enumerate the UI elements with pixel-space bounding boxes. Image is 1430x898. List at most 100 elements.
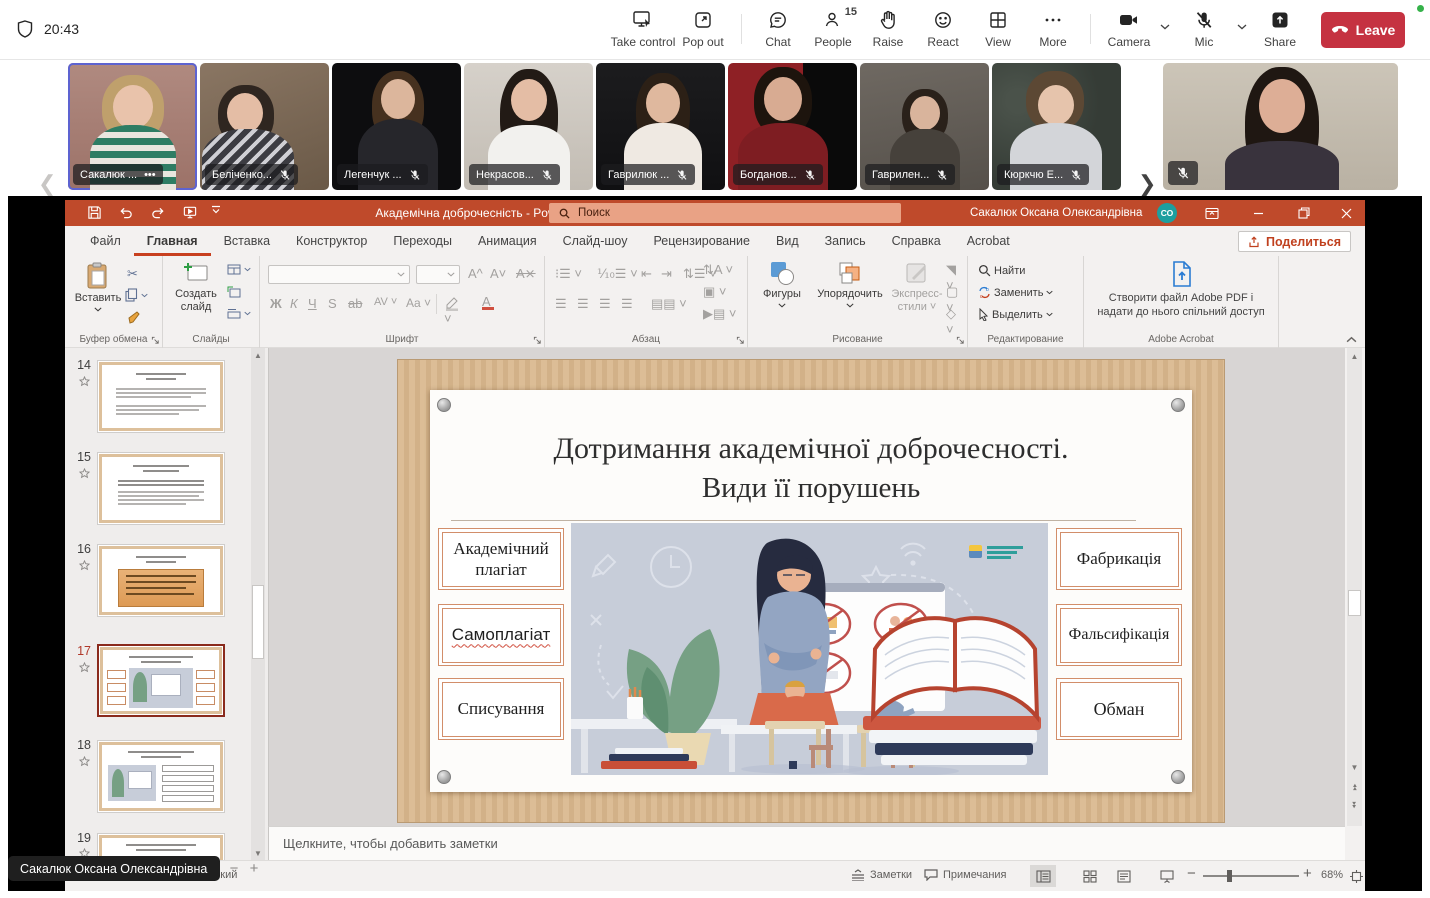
scroll-up-arrow[interactable]: ▲: [251, 348, 265, 362]
format-painter-button[interactable]: [127, 310, 141, 324]
font-name-combo[interactable]: [268, 265, 410, 284]
clipboard-dialog-launcher[interactable]: [151, 336, 160, 345]
drawing-dialog-launcher[interactable]: [956, 336, 965, 345]
restore-button[interactable]: [1285, 200, 1323, 226]
quick-styles-button[interactable]: Экспресс-стили ˅: [890, 260, 944, 313]
start-slideshow-icon[interactable]: [182, 205, 198, 220]
cut-button[interactable]: ✂: [127, 266, 138, 282]
strikethrough-button[interactable]: ab: [348, 296, 362, 311]
zoom-out-button[interactable]: −: [1187, 865, 1196, 882]
pop-out-button[interactable]: Pop out: [671, 8, 735, 49]
font-dialog-launcher[interactable]: [533, 336, 542, 345]
layout-button[interactable]: [227, 264, 251, 275]
tab-view[interactable]: Вид: [763, 226, 812, 256]
account-avatar[interactable]: СО: [1157, 203, 1177, 223]
take-control-button[interactable]: Take control: [611, 8, 675, 49]
undo-icon[interactable]: [118, 205, 134, 220]
slide-thumbnail-14[interactable]: [97, 360, 225, 433]
tab-acrobat[interactable]: Acrobat: [954, 226, 1023, 256]
ribbon-display-options-button[interactable]: [1193, 200, 1231, 226]
align-center-button[interactable]: ☰: [577, 296, 589, 312]
current-slide[interactable]: Дотримання академічної доброчесності. Ви…: [398, 360, 1224, 822]
replace-button[interactable]: bcЗаменить: [978, 286, 1053, 299]
participant-tile[interactable]: Легенчук ...: [332, 63, 461, 190]
numbering-button[interactable]: ⅒☰ ˅: [597, 266, 638, 282]
convert-smartart-button[interactable]: ▶▤ ˅: [703, 306, 736, 322]
grow-font-button[interactable]: A^: [468, 266, 483, 281]
tab-design[interactable]: Конструктор: [283, 226, 380, 256]
ppt-share-button[interactable]: Поделиться: [1238, 231, 1351, 252]
tab-home[interactable]: Главная: [134, 226, 211, 256]
slide-thumbnail-16[interactable]: [97, 544, 225, 617]
shape-effects-button[interactable]: ◇ ˅: [946, 306, 967, 337]
minimize-button[interactable]: [1239, 200, 1277, 226]
underline-button[interactable]: Ч: [308, 296, 317, 311]
zoom-percentage[interactable]: 68%: [1321, 869, 1343, 881]
notes-panel[interactable]: Щелкните, чтобы добавить заметки: [268, 826, 1345, 860]
tab-review[interactable]: Рецензирование: [640, 226, 763, 256]
reset-slide-button[interactable]: [227, 286, 241, 298]
comments-toggle[interactable]: Примечания: [924, 869, 1007, 881]
decrease-indent-button[interactable]: ⇤: [641, 266, 652, 282]
tab-transitions[interactable]: Переходы: [380, 226, 465, 256]
thumbnail-pane-scrollbar[interactable]: ▲ ▼: [251, 348, 265, 860]
previous-slide-button[interactable]: ⏫︎: [1347, 780, 1362, 794]
violation-box-fabrication[interactable]: Фабрикація: [1056, 528, 1182, 590]
slide-thumbnail-18[interactable]: [97, 740, 225, 813]
more-button[interactable]: More: [1021, 8, 1085, 49]
zoom-in-button[interactable]: +: [1303, 865, 1312, 882]
shapes-button[interactable]: Фигуры: [756, 260, 808, 308]
slide-thumbnail-15[interactable]: [97, 452, 225, 525]
change-case-button[interactable]: Aa ˅: [406, 296, 431, 310]
share-zoom-in-button[interactable]: +: [244, 856, 264, 881]
bold-button[interactable]: Ж: [270, 296, 282, 311]
align-text-button[interactable]: ▣ ˅: [703, 284, 727, 300]
tab-insert[interactable]: Вставка: [211, 226, 283, 256]
tab-slideshow[interactable]: Слайд-шоу: [550, 226, 641, 256]
text-direction-button[interactable]: ⇅A ˅: [703, 262, 733, 278]
violation-box-self-plagiarism[interactable]: Самоплагіат: [438, 604, 564, 666]
tab-file[interactable]: Файл: [77, 226, 134, 256]
justify-button[interactable]: ☰: [621, 296, 633, 312]
participant-tile[interactable]: Богданов...: [728, 63, 857, 190]
zoom-slider-thumb[interactable]: [1227, 870, 1232, 882]
participant-tile[interactable]: Кюркчю Е...: [992, 63, 1121, 190]
search-input[interactable]: [578, 207, 858, 219]
section-button[interactable]: [227, 308, 251, 319]
slide-area-scrollbar[interactable]: ▲ ▼ ⏫︎ ⏬︎: [1347, 348, 1362, 826]
font-color-button[interactable]: A: [482, 294, 494, 310]
camera-button[interactable]: Camera: [1097, 8, 1161, 49]
share-button[interactable]: Share: [1248, 8, 1312, 49]
tab-record[interactable]: Запись: [812, 226, 879, 256]
scrollbar-thumb[interactable]: [252, 585, 264, 659]
ppt-search-box[interactable]: [549, 203, 901, 223]
increase-indent-button[interactable]: ⇥: [661, 266, 672, 282]
italic-button[interactable]: К: [290, 296, 298, 311]
scroll-down-arrow[interactable]: ▼: [1347, 760, 1362, 774]
columns-button[interactable]: ▤▤ ˅: [651, 296, 687, 312]
tab-animations[interactable]: Анимация: [465, 226, 550, 256]
participant-tile[interactable]: Гаврилен...: [860, 63, 989, 190]
select-button[interactable]: Выделить: [978, 308, 1053, 321]
arrange-button[interactable]: Упорядочить: [812, 260, 888, 308]
mic-options-chevron[interactable]: [1237, 24, 1247, 30]
participant-tile[interactable]: Некрасов...: [464, 63, 593, 190]
scroll-up-arrow[interactable]: ▲: [1347, 349, 1362, 363]
character-spacing-button[interactable]: AV ˅: [374, 296, 397, 308]
violation-box-falsification[interactable]: Фальсифікація: [1056, 604, 1182, 666]
tile-more-menu[interactable]: •••: [144, 169, 156, 181]
find-button[interactable]: Найти: [978, 264, 1025, 277]
align-right-button[interactable]: ☰: [599, 296, 611, 312]
fit-to-window-button[interactable]: [1347, 865, 1365, 887]
new-slide-button[interactable]: Создатьслайд: [169, 262, 223, 313]
share-zoom-out-button[interactable]: −: [224, 856, 244, 881]
mic-button[interactable]: Mic: [1172, 8, 1236, 49]
bullets-button[interactable]: ⁝☰ ˅: [555, 266, 582, 282]
paste-button[interactable]: Вставить: [75, 262, 121, 312]
leave-button[interactable]: Leave: [1321, 12, 1405, 48]
tab-help[interactable]: Справка: [879, 226, 954, 256]
shrink-font-button[interactable]: A˅: [490, 266, 506, 281]
violation-box-deception[interactable]: Обман: [1056, 678, 1182, 740]
violation-box-cheating[interactable]: Списування: [438, 678, 564, 740]
camera-options-chevron[interactable]: [1160, 24, 1170, 30]
